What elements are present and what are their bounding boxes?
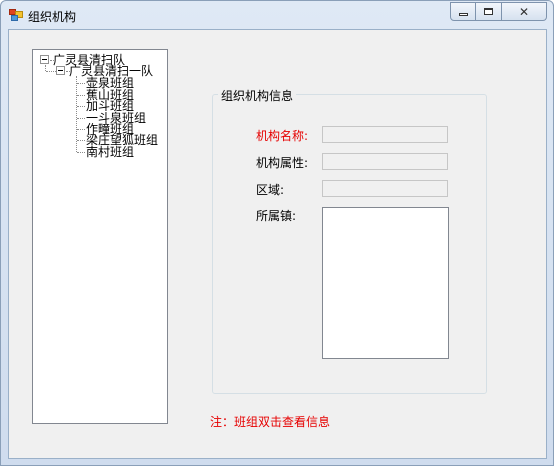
town-textarea[interactable] — [322, 207, 449, 359]
app-icon — [9, 9, 23, 22]
main-window: 组织机构 ✕ 广灵县清扫队 广灵县清扫一队 壶泉班组 蕉山班组 加斗班组 一斗泉… — [0, 0, 554, 466]
maximize-icon — [484, 8, 493, 15]
hint-note: 注：班组双击查看信息 — [210, 415, 331, 429]
minimize-icon — [458, 13, 468, 16]
region-label: 区域: — [256, 183, 285, 197]
town-label: 所属镇: — [256, 209, 297, 223]
org-attr-label: 机构属性: — [256, 156, 309, 170]
window-title: 组织机构 — [28, 10, 77, 24]
org-name-label: 机构名称: — [256, 129, 309, 143]
title-bar[interactable]: 组织机构 ✕ — [1, 1, 553, 29]
minimize-button[interactable] — [450, 2, 476, 21]
close-icon: ✕ — [518, 4, 530, 19]
child-collapse-icon[interactable] — [56, 66, 65, 75]
maximize-button[interactable] — [476, 2, 502, 21]
root-collapse-icon[interactable] — [40, 55, 49, 64]
org-info-group: 组织机构信息 机构名称: 机构属性: 区域: 所属镇: — [212, 87, 487, 394]
caption-buttons: ✕ — [450, 2, 547, 21]
region-field[interactable] — [322, 180, 448, 197]
tree-leaf[interactable]: 南村班组 — [86, 146, 134, 158]
group-title: 组织机构信息 — [218, 87, 297, 104]
org-attr-field[interactable] — [322, 153, 448, 170]
client-area: 广灵县清扫队 广灵县清扫一队 壶泉班组 蕉山班组 加斗班组 一斗泉班组 作疃班组… — [8, 29, 547, 459]
org-name-field[interactable] — [322, 126, 448, 143]
org-tree[interactable]: 广灵县清扫队 广灵县清扫一队 壶泉班组 蕉山班组 加斗班组 一斗泉班组 作疃班组… — [32, 49, 168, 424]
close-button[interactable]: ✕ — [502, 2, 547, 21]
